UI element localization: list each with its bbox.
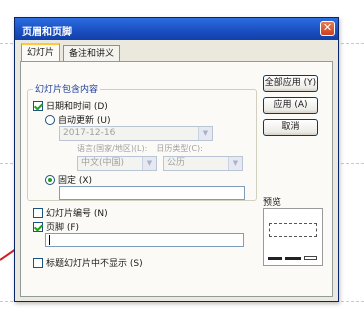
fixed-option[interactable]: 固定 (X) [45, 173, 92, 186]
preview-label: 预览 [263, 195, 281, 208]
close-button[interactable]: ✕ [320, 21, 335, 36]
preview-number-mark [304, 256, 317, 260]
apply-all-button[interactable]: 全部应用 (Y) [263, 75, 318, 92]
language-label: 语言(国家/地区)(L): [77, 144, 148, 153]
title-slide-checkbox[interactable] [33, 257, 43, 268]
date-time-option[interactable]: 日期和时间 (D) [33, 99, 108, 112]
preview-body-placeholder [269, 223, 317, 237]
title-bar: 页眉和页脚 ✕ [15, 18, 338, 40]
title-slide-option[interactable]: 标题幻灯片中不显示 (S) [33, 256, 143, 269]
close-icon: ✕ [322, 21, 333, 34]
date-value: 2017-12-16 [63, 128, 116, 138]
date-format-select[interactable]: 2017-12-16 ▼ [59, 126, 213, 141]
calendar-value: 公历 [167, 158, 186, 168]
fixed-text-input[interactable] [59, 186, 245, 200]
slide-number-checkbox[interactable] [33, 207, 43, 218]
text-cursor [49, 235, 50, 245]
apply-button[interactable]: 应用 (A) [263, 97, 318, 114]
chevron-down-icon: ▼ [228, 157, 242, 170]
preview-date-mark [268, 257, 282, 260]
footer-option[interactable]: 页脚 (F) [33, 220, 79, 233]
preview-thumbnail [263, 208, 323, 266]
slide-number-option[interactable]: 幻灯片编号 (N) [33, 206, 108, 219]
tab-notes-handouts[interactable]: 备注和讲义 [63, 45, 121, 62]
auto-update-radio[interactable] [45, 114, 55, 125]
footer-text-input[interactable] [45, 233, 244, 247]
language-value: 中文(中国) [81, 158, 125, 168]
date-time-label: 日期和时间 (D) [46, 102, 108, 112]
footer-checkbox[interactable] [33, 221, 43, 232]
auto-update-option[interactable]: 自动更新 (U) [45, 113, 110, 126]
preview-title: 预览 [263, 198, 282, 208]
auto-update-label: 自动更新 (U) [58, 116, 111, 126]
header-footer-dialog: 页眉和页脚 ✕ 幻灯片 备注和讲义 幻灯片包含内容 日期和时间 (D) 自动更新… [14, 17, 339, 302]
slide-number-label: 幻灯片编号 (N) [46, 209, 108, 219]
date-time-checkbox[interactable] [33, 100, 43, 111]
language-select[interactable]: 中文(中国) ▼ [77, 156, 157, 171]
title-slide-label: 标题幻灯片中不显示 (S) [46, 259, 143, 269]
cancel-button[interactable]: 取消 [263, 119, 318, 136]
preview-footer-mark [285, 257, 301, 260]
chevron-down-icon: ▼ [142, 157, 156, 170]
fixed-label: 固定 (X) [58, 176, 93, 186]
tab-slide[interactable]: 幻灯片 [21, 43, 61, 62]
chevron-down-icon: ▼ [198, 127, 212, 140]
calendar-label: 日历类型(C): [156, 144, 203, 153]
footer-label: 页脚 (F) [46, 223, 80, 233]
fixed-radio[interactable] [45, 174, 55, 185]
language-row: 语言(国家/地区)(L): 日历类型(C): [77, 143, 203, 154]
calendar-select[interactable]: 公历 ▼ [163, 156, 243, 171]
dialog-title: 页眉和页脚 [22, 27, 72, 38]
group-title: 幻灯片包含内容 [33, 82, 101, 95]
